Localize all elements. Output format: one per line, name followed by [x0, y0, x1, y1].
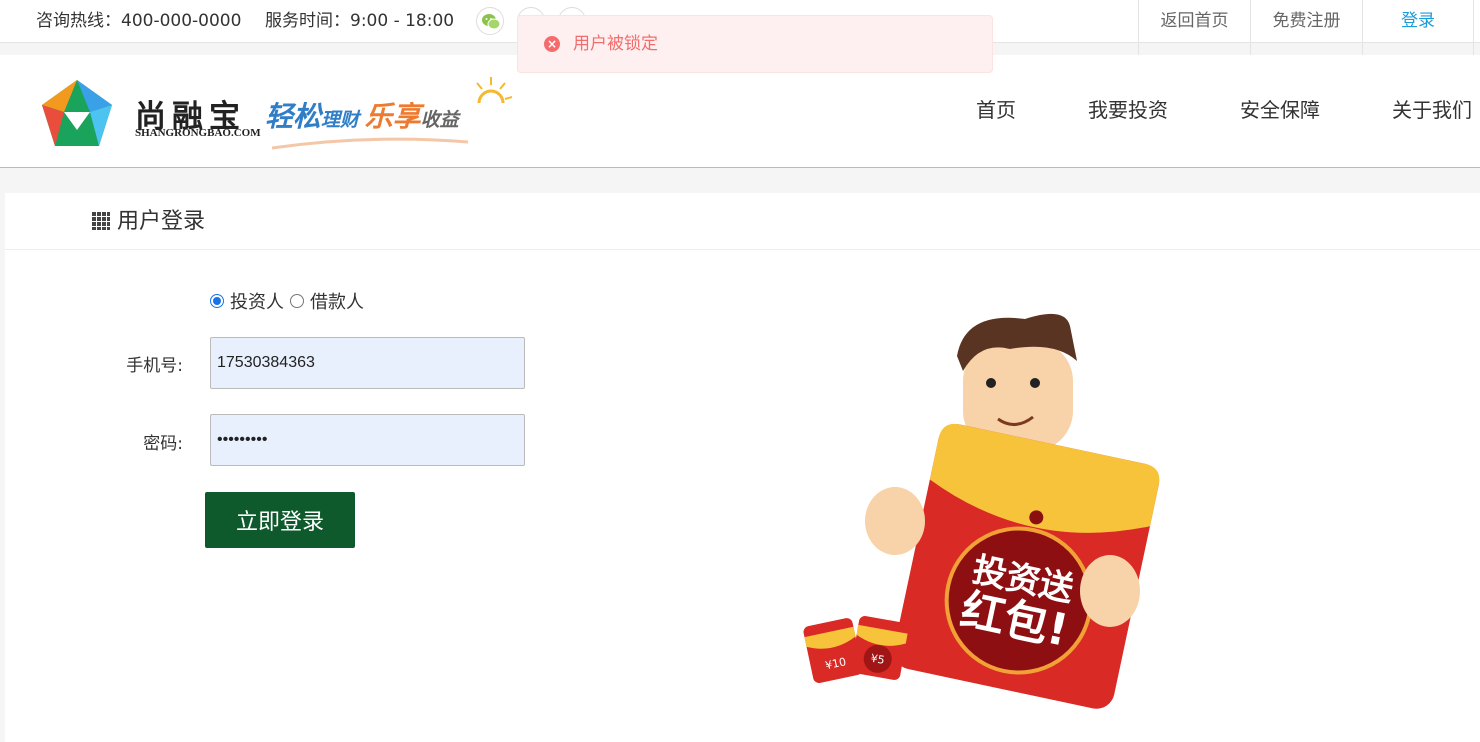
slogan-part-2: 理财	[321, 109, 360, 131]
slogan-part-1: 轻松	[265, 100, 322, 133]
login-submit-button[interactable]: 立即登录	[205, 492, 355, 548]
nav-security[interactable]: 安全保障	[1240, 55, 1320, 166]
red-packet-illustration: 投资送 红包! ¥10 ¥5	[795, 301, 1175, 725]
nav-about[interactable]: 关于我们	[1392, 55, 1472, 166]
top-links: 返回首页 免费注册 登录	[1138, 0, 1474, 55]
mobile-input[interactable]	[210, 337, 525, 389]
page-title: 用户登录	[117, 209, 206, 234]
login-link[interactable]: 登录	[1362, 0, 1474, 55]
error-toast: × 用户被锁定	[517, 15, 993, 73]
grid-icon	[92, 212, 110, 230]
mobile-label: 手机号:	[126, 356, 183, 376]
service-hours-text: 服务时间：9:00 - 18:00	[265, 11, 455, 31]
logo-icon[interactable]	[40, 78, 114, 152]
radio-borrower-label: 借款人	[310, 292, 364, 313]
packet-5-label: ¥5	[870, 652, 886, 667]
login-panel: 用户登录 投资人 借款人 手机号: 密码: 立即登录 投资送 红包	[5, 193, 1480, 742]
password-input[interactable]	[210, 414, 525, 466]
hotline-text: 咨询热线：400-000-0000	[36, 11, 242, 31]
error-circle-icon: ×	[544, 36, 560, 52]
back-home-link[interactable]: 返回首页	[1138, 0, 1250, 55]
password-label: 密码:	[143, 434, 183, 454]
radio-investor[interactable]	[210, 294, 224, 308]
wechat-icon[interactable]	[476, 7, 504, 35]
radio-borrower[interactable]	[290, 294, 304, 308]
slogan-swoosh	[270, 135, 470, 154]
slogan-part-3: 乐享	[364, 100, 421, 133]
toast-message: 用户被锁定	[573, 34, 658, 54]
sun-icon	[465, 73, 515, 113]
user-type-group: 投资人 借款人	[210, 288, 370, 314]
radio-investor-label: 投资人	[230, 292, 284, 313]
slogan: 轻松理财 乐享收益	[265, 95, 459, 135]
brand-domain: SHANGRONGBAO.COM	[135, 127, 261, 139]
panel-header: 用户登录	[5, 193, 1480, 250]
slogan-part-4: 收益	[420, 109, 459, 131]
register-link[interactable]: 免费注册	[1250, 0, 1362, 55]
nav-invest[interactable]: 我要投资	[1088, 55, 1168, 166]
